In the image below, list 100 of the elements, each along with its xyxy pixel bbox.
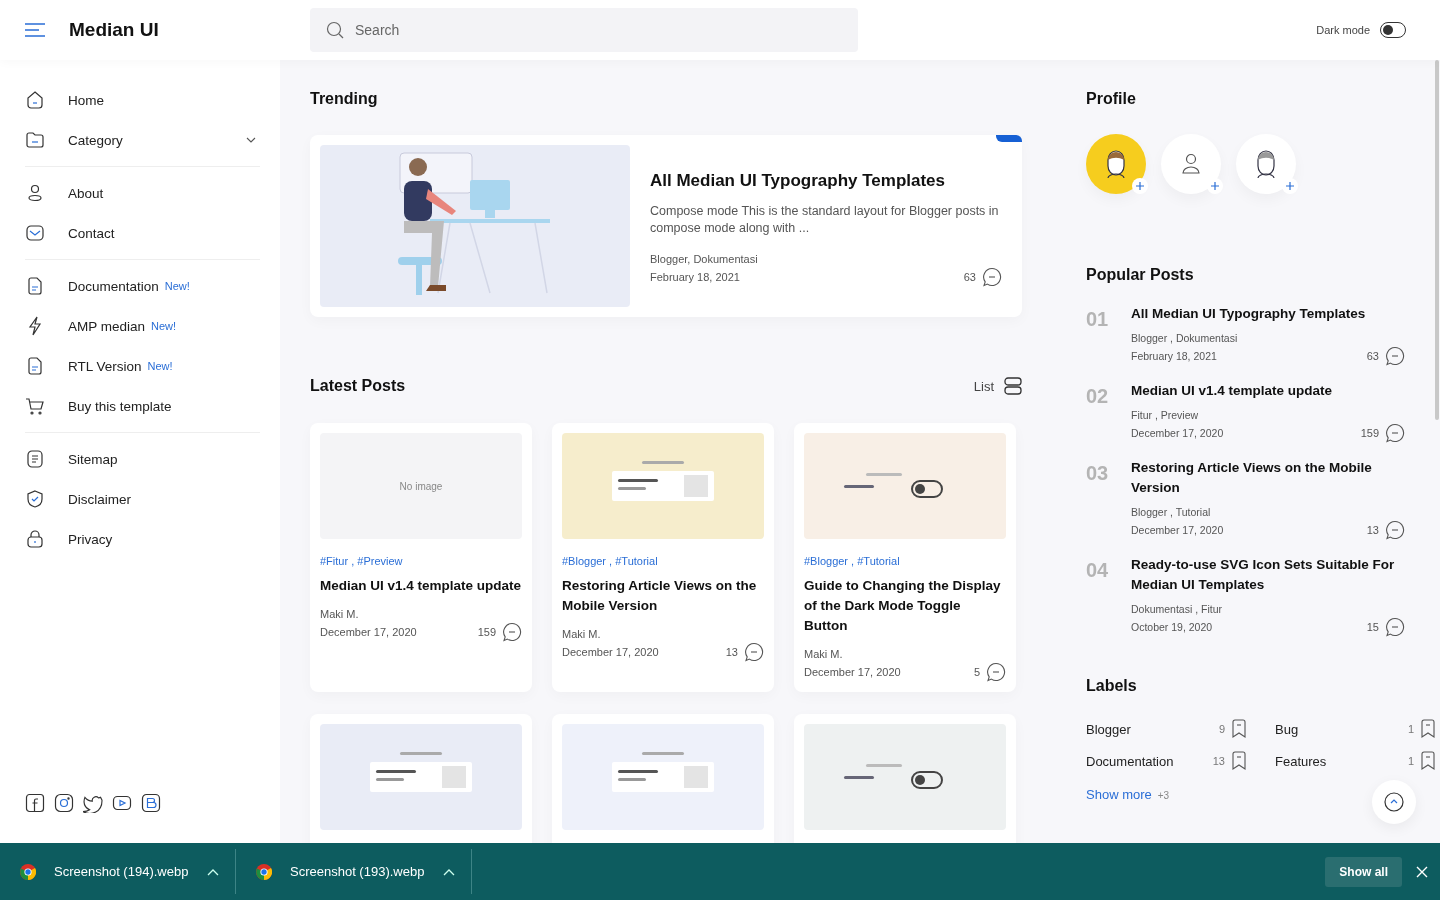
nav-item[interactable]: About [25,173,260,213]
post-tags[interactable]: #Blogger , #Tutorial [804,555,1006,567]
post-title[interactable]: All Median UI Typography Templates [1131,304,1405,324]
chrome-icon [20,863,36,880]
shield-icon [25,489,45,509]
instagram-icon[interactable] [54,793,74,813]
document-icon [25,276,45,296]
nav-label: Documentation [68,278,159,294]
search-field[interactable]: Search [310,8,858,52]
show-all-button[interactable]: Show all [1325,856,1402,887]
nav-label: Privacy [68,531,113,547]
chevron-icon[interactable] [246,137,256,143]
comment-count: 13 [725,646,738,658]
nav-item[interactable]: Category [25,120,260,160]
rank-number: 03 [1086,461,1110,486]
download-item[interactable]: Screenshot (193).webp [236,849,472,894]
new-label: New! [151,320,177,332]
post-date: December 17, 2020 [562,645,659,660]
comment-icon[interactable] [1385,423,1405,443]
post-labels: Blogger, Dokumentasi [650,252,759,267]
post-date: December 17, 2020 [1131,426,1224,441]
list-icon [25,449,45,469]
post-title[interactable]: Guide to Changing the Display of the Dark Mode Toggle Button [804,576,1006,636]
show-more-link[interactable]: Show more [1086,787,1152,802]
post-labels: Blogger , Dokumentasi [1131,331,1239,346]
comment-icon[interactable] [982,267,1002,287]
nav-label: Home [68,92,104,108]
comment-count: 159 [1360,427,1379,439]
post-title[interactable]: Median UI v1.4 template update [320,576,522,596]
post-card[interactable]: No image #Fitur , #Preview Median UI v1.4 template update Maki M. December 17, 2020 159 [310,423,532,692]
bookmark-icon [1231,719,1247,739]
comment-icon[interactable] [1385,617,1405,637]
label-link[interactable]: Bug 1 [1275,719,1436,739]
post-title[interactable]: Median UI v1.4 template update [1131,381,1405,401]
scrollbar[interactable] [1435,60,1439,420]
post-tags[interactable]: #Fitur , #Preview [320,555,522,567]
post-title[interactable]: Restoring Article Views on the Mobile Version [562,576,764,616]
nav-label: Contact [68,225,115,241]
post-date: December 17, 2020 [804,665,901,680]
post-labels: Fitur , Preview [1131,408,1200,423]
comment-count: 15 [1366,621,1379,633]
nav-item[interactable]: Documentation New! [25,266,260,306]
trending-card[interactable]: All Median UI Typography Templates Compose mode This is the standard layout for Blogger posts in compose mode along with ... Blogger, Dokumentasi February 18, 2021 63 [310,135,1022,317]
comment-icon[interactable] [986,662,1006,682]
comment-icon[interactable] [502,622,522,642]
comment-count: 13 [1366,524,1379,536]
rank-number: 02 [1086,384,1110,409]
rank-number: 04 [1086,558,1110,583]
document-icon [25,356,45,376]
menu-icon[interactable] [25,23,45,37]
caret-icon[interactable] [207,867,219,876]
list-icon [1004,377,1022,395]
site-logo[interactable]: Median UI [69,19,159,41]
comment-icon[interactable] [744,642,764,662]
label-link[interactable]: Blogger 9 [1086,719,1247,739]
search-icon [326,21,344,39]
nav-item[interactable]: Disclaimer [25,479,260,519]
new-label: New! [147,360,173,372]
blogger-icon[interactable] [141,793,161,813]
comment-icon[interactable] [1385,346,1405,366]
post-title[interactable]: Ready-to-use SVG Icon Sets Suitable For Median UI Templates [1131,555,1405,595]
label-link[interactable]: Documentation 13 [1086,751,1247,771]
close-icon[interactable] [1416,865,1428,878]
post-date: October 19, 2020 [1131,620,1213,635]
comment-count: 5 [973,666,980,678]
post-author: Maki M. [320,607,360,622]
nav-item[interactable]: Sitemap [25,439,260,479]
post-title[interactable]: All Median UI Typography Templates [650,171,1002,191]
cart-icon [25,396,45,416]
post-card[interactable]: #Blogger , #Tutorial Restoring Article Views on the Mobile Version Maki M. December 17, 2020 13 [552,423,774,692]
nav-item[interactable]: Privacy [25,519,260,559]
post-date: February 18, 2021 [1131,349,1217,364]
nav-item[interactable]: Buy this template [25,386,260,426]
avatar[interactable] [1086,134,1146,194]
caret-icon[interactable] [443,867,455,876]
post-title[interactable]: Restoring Article Views on the Mobile Version [1131,458,1405,498]
comment-count: 63 [1366,350,1379,362]
post-tags[interactable]: #Blogger , #Tutorial [562,555,764,567]
download-item[interactable]: Screenshot (194).webp [0,849,236,894]
comment-icon[interactable] [1385,520,1405,540]
post-card[interactable]: #Blogger , #Tutorial Guide to Changing the Display of the Dark Mode Toggle Button Maki M. December 17, 2020 5 [794,423,1016,692]
scroll-to-top-button[interactable] [1372,780,1416,824]
more-count: +3 [1157,790,1170,801]
youtube-icon[interactable] [112,793,132,813]
post-date: February 18, 2021 [650,270,740,285]
nav-item[interactable]: AMP median New! [25,306,260,346]
no-image-text: No image [399,480,443,492]
list-view-button[interactable]: List [973,377,1022,395]
label-link[interactable]: Features 1 [1275,751,1436,771]
mail-icon [25,223,45,243]
facebook-icon[interactable] [25,793,45,813]
nav-item[interactable]: Contact [25,213,260,253]
section-heading: Latest Posts [310,377,406,395]
twitter-icon[interactable] [83,793,103,813]
nav-item[interactable]: RTL Version New! [25,346,260,386]
nav-item[interactable]: Home [25,80,260,120]
accent-tab [996,135,1022,142]
chrome-icon [256,863,272,880]
folder-icon [25,130,45,150]
nav-label: Sitemap [68,451,118,467]
